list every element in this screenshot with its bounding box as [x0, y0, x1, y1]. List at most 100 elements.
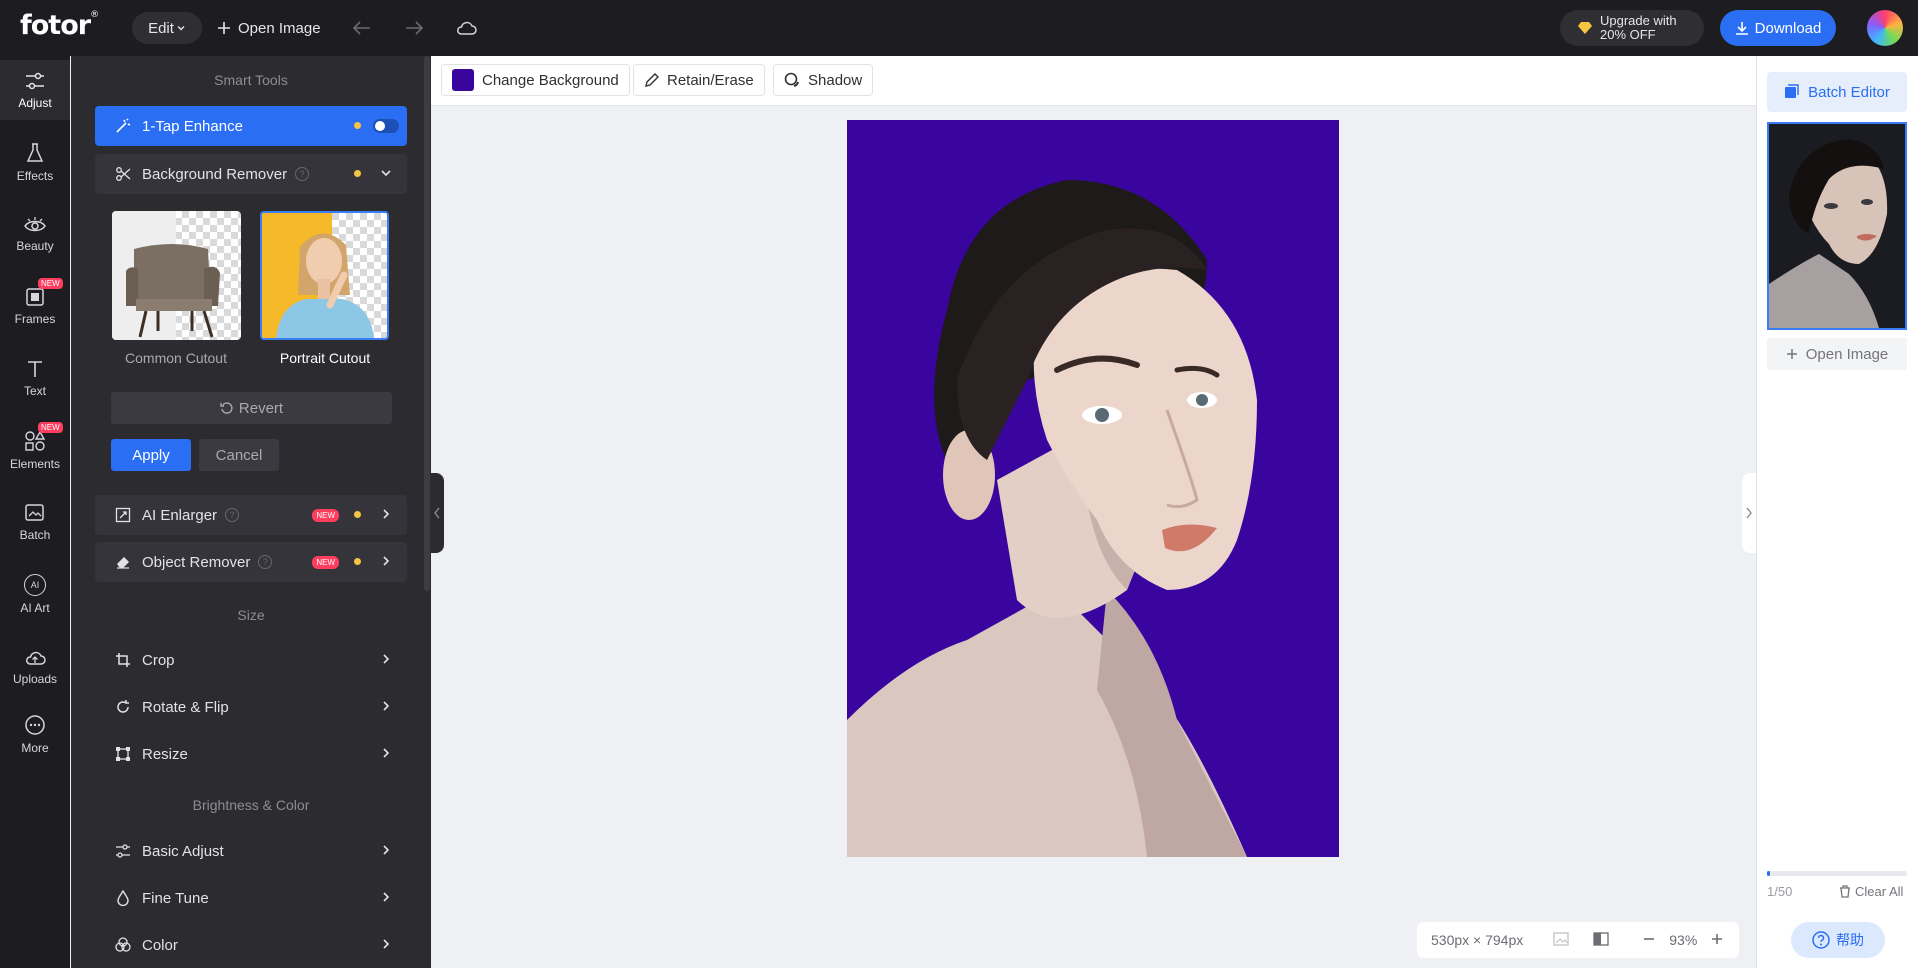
shadow-button[interactable]: Shadow — [773, 64, 874, 96]
chevron-right-icon — [383, 509, 390, 519]
nav-item-effects[interactable]: Effects — [0, 132, 70, 192]
upgrade-button[interactable]: Upgrade with 20% OFF — [1560, 10, 1704, 46]
nav-item-beauty[interactable]: Beauty — [0, 204, 70, 264]
expand-right-panel-handle[interactable] — [1742, 473, 1756, 553]
background-remover-row[interactable]: Background Remover ? — [95, 154, 407, 194]
clear-all-button[interactable]: Clear All — [1839, 884, 1903, 899]
nav-item-text[interactable]: Text — [0, 348, 70, 408]
object-remover-row[interactable]: Object Remover ? NEW — [95, 542, 407, 582]
help-button[interactable]: 帮助 — [1791, 922, 1885, 958]
background-color-swatch[interactable] — [452, 69, 474, 91]
one-tap-enhance-row[interactable]: 1-Tap Enhance — [95, 106, 407, 146]
nav-item-ai-art[interactable]: AI AI Art — [0, 564, 70, 624]
revert-button[interactable]: Revert — [111, 392, 392, 424]
redo-icon[interactable] — [400, 14, 428, 42]
image-dimensions: 530px × 794px — [1431, 932, 1524, 948]
nav-item-more[interactable]: More — [0, 704, 70, 764]
ai-icon: AI — [24, 573, 46, 596]
nav-label: Frames — [14, 311, 56, 326]
portrait-cutout-label: Portrait Cutout — [279, 350, 371, 366]
zoom-in-icon[interactable] — [1711, 932, 1723, 948]
batch-editor-button[interactable]: Batch Editor — [1767, 72, 1907, 112]
revert-label: Revert — [238, 399, 284, 417]
download-icon — [1735, 22, 1748, 35]
right-panel: Batch Editor Open Image 1/50 Clear All 帮… — [1756, 56, 1918, 968]
trash-icon — [1840, 885, 1850, 898]
crop-label: Crop — [142, 651, 175, 669]
change-background-button[interactable]: Change Background — [441, 64, 630, 96]
edit-menu-button[interactable]: Edit — [132, 12, 202, 44]
color-row[interactable]: Color — [95, 925, 407, 965]
resize-row[interactable]: Resize — [95, 734, 407, 774]
open-image-button-right[interactable]: Open Image — [1767, 338, 1907, 370]
undo-icon[interactable] — [348, 14, 376, 42]
nav-item-adjust[interactable]: Adjust — [0, 60, 70, 120]
rotate-flip-row[interactable]: Rotate & Flip — [95, 687, 407, 727]
compare-icon[interactable] — [1593, 931, 1609, 949]
apply-button[interactable]: Apply — [111, 439, 191, 471]
nav-label: AI Art — [20, 600, 50, 615]
ai-enlarger-row[interactable]: AI Enlarger ? NEW — [95, 495, 407, 535]
fine-tune-row[interactable]: Fine Tune — [95, 878, 407, 918]
nav-item-frames[interactable]: NEW Frames — [0, 276, 70, 336]
nav-item-uploads[interactable]: Uploads — [0, 637, 70, 697]
common-cutout-label: Common Cutout — [125, 350, 227, 366]
open-image-button[interactable]: Open Image — [217, 12, 321, 44]
question-circle-icon — [1812, 931, 1830, 949]
user-avatar[interactable] — [1867, 10, 1903, 46]
status-dot — [354, 511, 361, 518]
help-icon[interactable]: ? — [258, 555, 273, 569]
open-image-label: Open Image — [238, 19, 321, 37]
chevron-left-icon — [434, 507, 440, 519]
sliders-icon — [26, 72, 44, 89]
sub-toolbar: Change Background Retain/Erase Shadow — [431, 56, 1756, 106]
brightness-section-title: Brightness & Color — [192, 797, 310, 813]
fotor-logo[interactable]: fotor® — [20, 10, 99, 41]
cloud-save-icon[interactable] — [452, 14, 480, 42]
size-section-title: Size — [237, 607, 265, 623]
image-icon[interactable] — [1553, 931, 1569, 949]
batch-progress-fill — [1767, 871, 1770, 876]
ai-enlarger-label: AI Enlarger — [142, 506, 218, 524]
resize-label: Resize — [142, 745, 188, 763]
smart-tools-title: Smart Tools — [214, 72, 288, 88]
help-icon[interactable]: ? — [295, 167, 310, 181]
shadow-icon — [784, 72, 799, 87]
nav-label: Effects — [16, 168, 54, 183]
canvas-image[interactable] — [847, 120, 1339, 857]
help-icon[interactable]: ? — [225, 508, 240, 522]
download-button[interactable]: Download — [1720, 10, 1836, 46]
image-thumbnail[interactable] — [1767, 122, 1907, 330]
cancel-button[interactable]: Cancel — [199, 439, 279, 471]
plus-icon — [218, 22, 230, 34]
open-image-label: Open Image — [1805, 345, 1889, 363]
batch-icon — [25, 503, 44, 521]
one-tap-label: 1-Tap Enhance — [142, 117, 243, 135]
top-bar: fotor® Edit Open Image Upgrade with 20% … — [0, 0, 1918, 56]
nav-label: Batch — [19, 527, 51, 542]
zoom-level[interactable]: 93% — [1669, 932, 1697, 948]
chevron-right-icon — [383, 701, 390, 711]
status-dot — [354, 122, 361, 129]
crop-row[interactable]: Crop — [95, 640, 407, 680]
chevron-down-icon — [381, 170, 391, 177]
basic-adjust-row[interactable]: Basic Adjust — [95, 831, 407, 871]
nav-label: Beauty — [16, 238, 54, 253]
batch-editor-label: Batch Editor — [1808, 83, 1890, 101]
fine-tune-label: Fine Tune — [142, 889, 209, 907]
nav-item-batch[interactable]: Batch — [0, 492, 70, 552]
common-cutout-thumbnail[interactable] — [112, 211, 241, 340]
retain-erase-button[interactable]: Retain/Erase — [633, 64, 765, 96]
flask-icon — [26, 142, 44, 162]
more-icon — [25, 714, 45, 735]
pencil-icon — [645, 72, 659, 87]
nav-item-elements[interactable]: NEW Elements — [0, 420, 70, 480]
download-label: Download — [1754, 19, 1822, 37]
color-circles-icon — [114, 936, 132, 954]
portrait-cutout-thumbnail[interactable] — [260, 211, 389, 340]
nav-label: Adjust — [18, 95, 52, 110]
zoom-out-icon[interactable] — [1643, 932, 1655, 948]
upload-cloud-icon — [26, 651, 46, 665]
one-tap-toggle[interactable] — [373, 119, 399, 133]
collapse-panel-handle[interactable] — [430, 473, 444, 553]
